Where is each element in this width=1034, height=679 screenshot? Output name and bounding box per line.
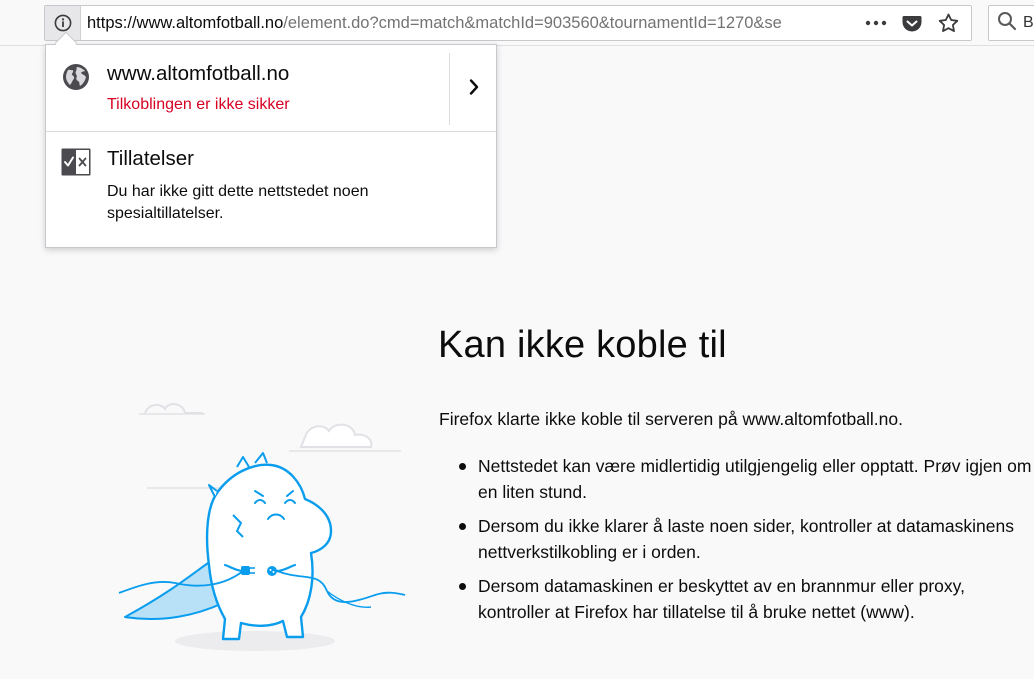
star-icon[interactable] — [935, 10, 961, 36]
globe-icon — [62, 63, 90, 91]
pocket-icon[interactable] — [899, 10, 925, 36]
permissions-icon — [61, 148, 91, 176]
disconnected-dinosaur-illustration — [118, 403, 406, 651]
expand-divider — [449, 53, 450, 125]
url-bar[interactable]: https://www.altomfotball.no/element.do?c… — [44, 5, 972, 41]
search-bar[interactable]: B — [988, 5, 1034, 41]
more-actions-icon[interactable] — [863, 10, 889, 36]
connection-status: Tilkoblingen er ikke sikker — [107, 96, 290, 113]
url-path: /element.do?cmd=match&matchId=903560&tou… — [283, 13, 782, 32]
search-icon — [997, 11, 1017, 35]
url-host: https://www.altomfotball.no — [87, 13, 284, 32]
search-input[interactable]: B — [1023, 14, 1034, 32]
chevron-right-icon — [468, 78, 480, 100]
list-item: Nettstedet kan være midlertidig utilgjen… — [438, 453, 1034, 505]
list-item: Dersom du ikke klarer å laste noen sider… — [438, 513, 1034, 565]
url-field[interactable]: https://www.altomfotball.no/element.do?c… — [87, 13, 855, 33]
error-intro: Firefox klarte ikke koble til serveren p… — [439, 409, 903, 429]
info-icon — [54, 14, 72, 32]
identity-popup: www.altomfotball.no Tilkoblingen er ikke… — [45, 44, 497, 248]
navigation-toolbar: https://www.altomfotball.no/element.do?c… — [0, 0, 1034, 46]
permissions-title: Tillatelser — [107, 147, 194, 170]
permissions-description: Du har ikke gitt dette nettstedet noen s… — [107, 183, 369, 222]
security-expand-button[interactable] — [451, 45, 496, 132]
error-suggestions: Nettstedet kan være midlertidig utilgjen… — [438, 453, 1034, 633]
site-security-section: www.altomfotball.no Tilkoblingen er ikke… — [46, 45, 496, 132]
list-item: Dersom datamaskinen er beskyttet av en b… — [438, 573, 1034, 625]
error-title: Kan ikke koble til — [438, 324, 727, 366]
site-host: www.altomfotball.no — [107, 62, 290, 85]
